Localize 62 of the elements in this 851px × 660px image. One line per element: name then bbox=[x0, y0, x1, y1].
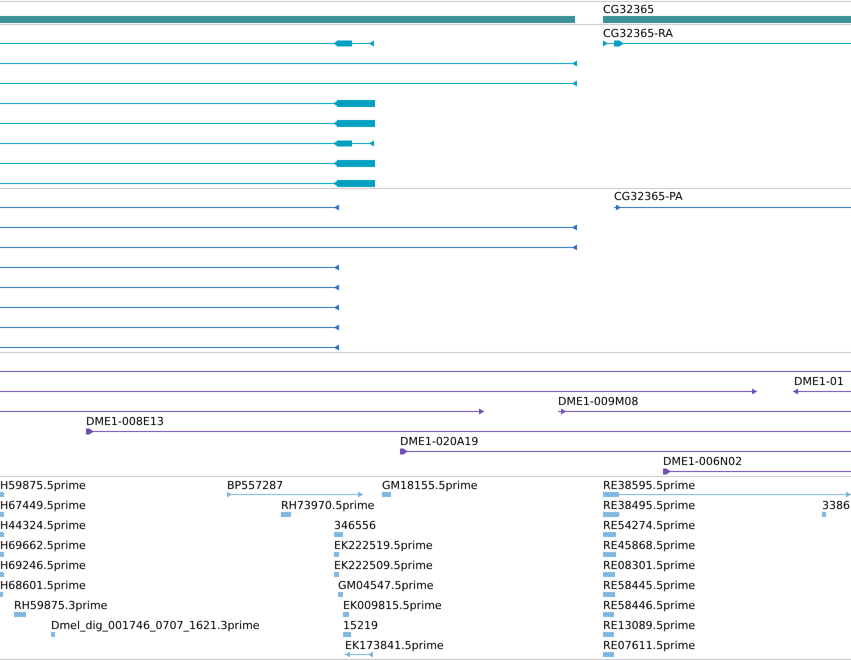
feature-label: DME1-006N02 bbox=[663, 455, 742, 468]
est-drawing bbox=[382, 492, 391, 497]
feature-label: EK173841.5prime bbox=[345, 639, 444, 652]
est-drawing bbox=[603, 552, 616, 557]
est-drawing bbox=[334, 532, 343, 537]
feature-label: H44324.5prime bbox=[0, 519, 86, 532]
feature-label: 15219 bbox=[343, 619, 378, 632]
est-drawing bbox=[0, 492, 4, 497]
est-drawing bbox=[344, 652, 374, 658]
feature-label: RE54274.5prime bbox=[603, 519, 696, 532]
feature-label: DME1-009M08 bbox=[558, 395, 638, 408]
feature-label: RE58446.5prime bbox=[603, 599, 696, 612]
feature-label: RH59875.3prime bbox=[14, 599, 108, 612]
feature-label: RE38495.5prime bbox=[603, 499, 696, 512]
est-drawing bbox=[0, 552, 4, 557]
feature-label: CG32365 bbox=[603, 3, 654, 16]
feature-label: EK009815.5prime bbox=[343, 599, 442, 612]
feature-label: GM18155.5prime bbox=[382, 479, 478, 492]
est-drawing bbox=[281, 512, 291, 517]
feature-label: RE45868.5prime bbox=[603, 539, 696, 552]
feature-label: RE13089.5prime bbox=[603, 619, 696, 632]
feature-label: BP557287 bbox=[227, 479, 284, 492]
feature-label: RH73970.5prime bbox=[281, 499, 374, 512]
feature-label: GM04547.5prime bbox=[338, 579, 434, 592]
est-drawing bbox=[338, 592, 343, 597]
feature-label: RE38595.5prime bbox=[603, 479, 696, 492]
est-drawing bbox=[603, 632, 614, 637]
est-drawing bbox=[14, 612, 26, 617]
feature-label: EK222509.5prime bbox=[334, 559, 433, 572]
est-drawing bbox=[343, 632, 351, 637]
feature-label: DME1-020A19 bbox=[400, 435, 478, 448]
est-drawing bbox=[0, 512, 4, 517]
feature-label: DME1-008E13 bbox=[86, 415, 164, 428]
est-drawing bbox=[334, 552, 339, 557]
feature-label: RE07611.5prime bbox=[603, 639, 696, 652]
est-drawing bbox=[602, 512, 620, 518]
feature-label: CG32365-RA bbox=[603, 27, 673, 40]
feature-label: H69662.5prime bbox=[0, 539, 86, 552]
est-drawing bbox=[343, 612, 349, 617]
est-drawing bbox=[822, 512, 826, 517]
feature-label: 3386 bbox=[822, 499, 850, 512]
feature-label: Dmel_dig_001746_0707_1621.3prime bbox=[51, 619, 260, 632]
feature-label: H68601.5prime bbox=[0, 579, 86, 592]
est-drawing bbox=[603, 652, 614, 657]
est-drawing bbox=[603, 612, 614, 617]
feature-label: H59875.5prime bbox=[0, 479, 86, 492]
feature-label: RE08301.5prime bbox=[603, 559, 696, 572]
est-drawing bbox=[603, 532, 616, 537]
est-drawing bbox=[0, 592, 3, 597]
feature-label: DME1-01 bbox=[794, 375, 844, 388]
est-drawing bbox=[0, 572, 4, 577]
feature-label: CG32365-PA bbox=[614, 190, 683, 203]
feature-label: EK222519.5prime bbox=[334, 539, 433, 552]
est-drawing bbox=[0, 532, 4, 537]
feature-label: 346556 bbox=[334, 519, 376, 532]
feature-label: RE58445.5prime bbox=[603, 579, 696, 592]
est-drawing bbox=[334, 572, 339, 577]
est-drawing bbox=[51, 632, 55, 637]
feature-label: H69246.5prime bbox=[0, 559, 86, 572]
est-drawing bbox=[603, 572, 615, 577]
feature-label: H67449.5prime bbox=[0, 499, 86, 512]
est-drawing bbox=[603, 592, 615, 597]
